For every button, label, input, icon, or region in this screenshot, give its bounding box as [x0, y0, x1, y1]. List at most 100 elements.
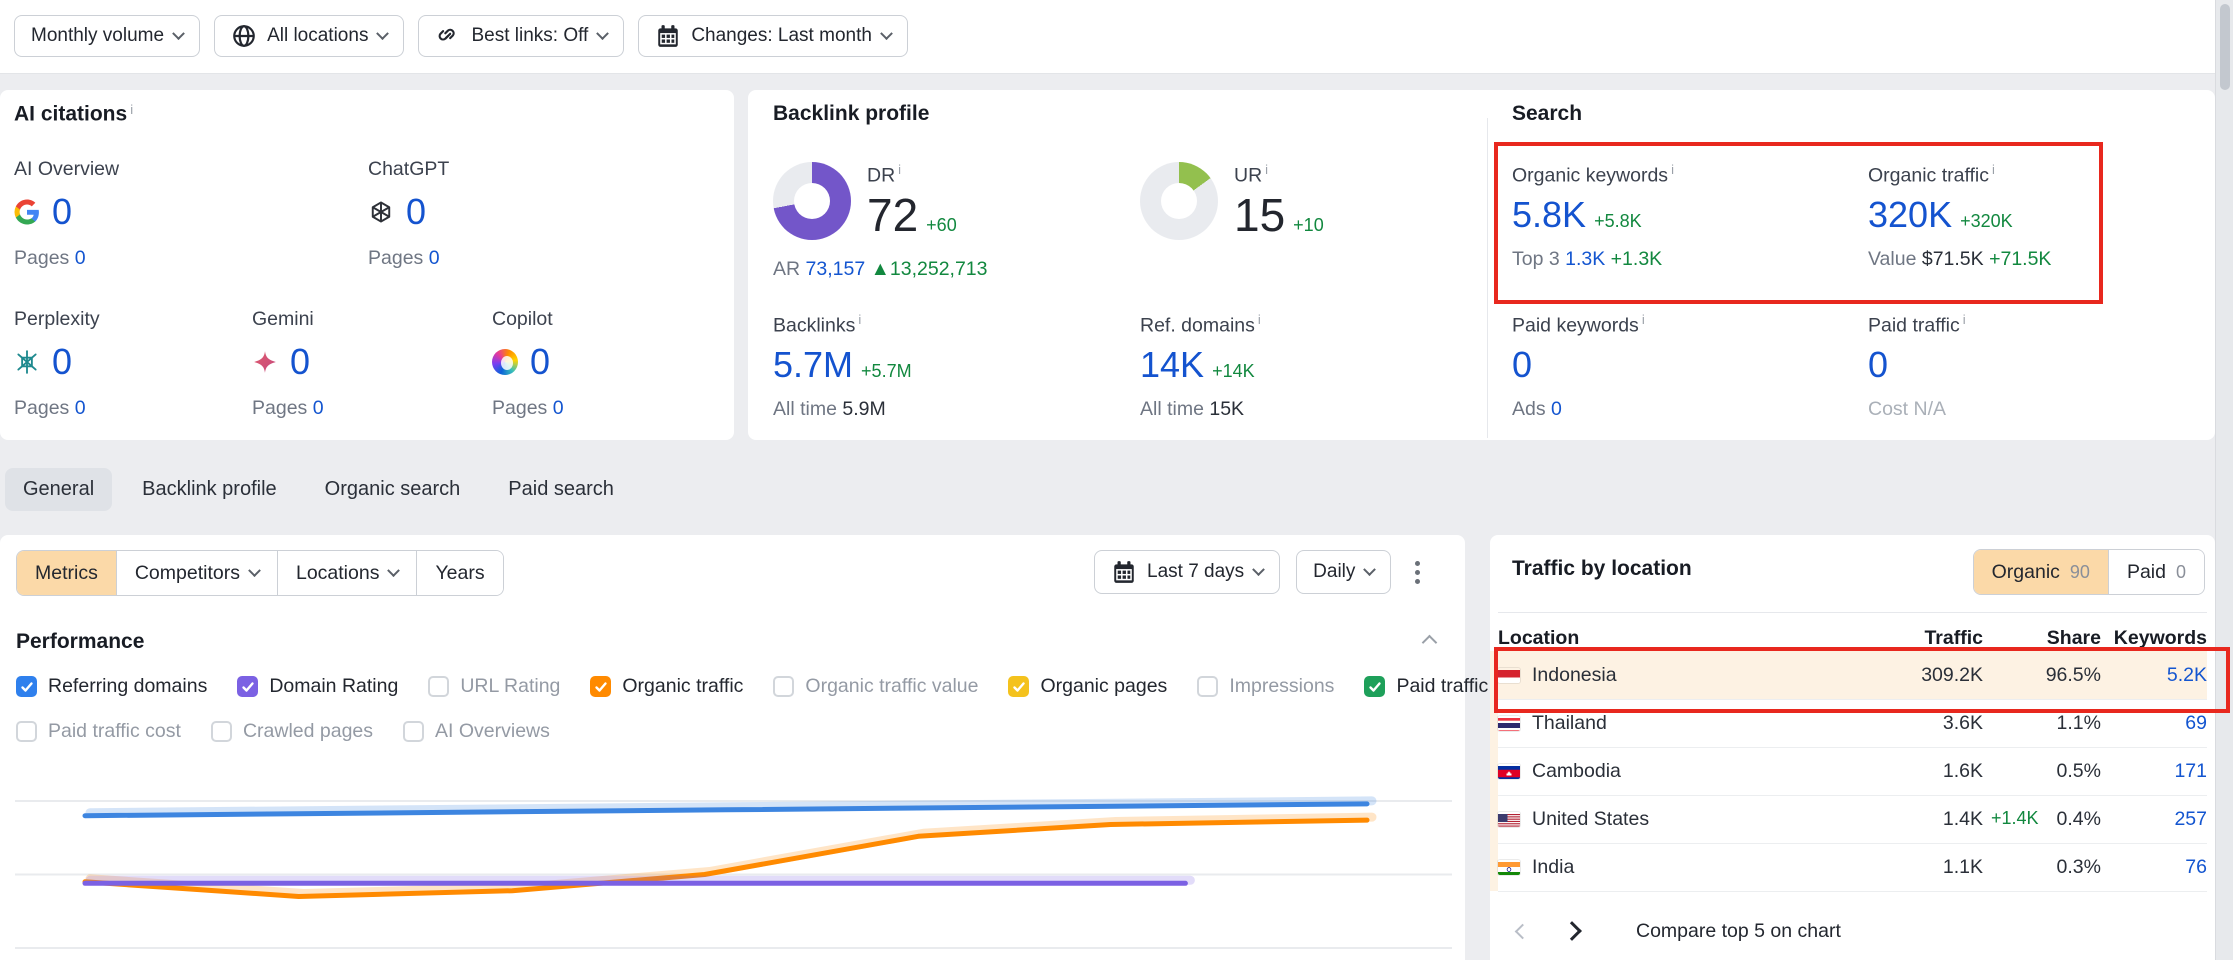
traffic-value: 1.4K [1943, 808, 1983, 831]
competitors-segment[interactable]: Competitors [116, 551, 277, 595]
organic-keywords-value[interactable]: 5.8K [1512, 194, 1586, 236]
gemini-icon [252, 349, 278, 375]
engine-value[interactable]: 0 [406, 191, 426, 233]
col-location[interactable]: Location [1498, 627, 1833, 650]
metric-referring-domains[interactable]: Referring domains [16, 675, 207, 698]
metrics-segment[interactable]: Metrics [17, 551, 116, 595]
chevron-down-icon [388, 564, 401, 577]
ar-value[interactable]: 73,157 [806, 258, 866, 280]
scrollbar-thumb[interactable] [2220, 4, 2230, 90]
tab-organic-search[interactable]: Organic search [307, 468, 479, 511]
collapse-chevron-icon[interactable] [1422, 635, 1438, 651]
changes-dropdown[interactable]: Changes: Last month [638, 15, 908, 57]
info-icon[interactable]: i [130, 102, 133, 117]
paid-keywords-value[interactable]: 0 [1512, 344, 1532, 385]
info-icon[interactable]: i [1642, 312, 1645, 327]
prev-page-button[interactable] [1504, 913, 1540, 949]
scrollbar-track[interactable] [2215, 0, 2233, 960]
engine-perplexity: Perplexity 0 Pages 0 [14, 308, 100, 420]
keywords-link[interactable]: 5.2K [2167, 664, 2207, 687]
organic-traffic-change: +320K [1960, 211, 2013, 232]
metric-impressions[interactable]: Impressions [1197, 675, 1334, 698]
pages-label: Pages [492, 397, 547, 419]
organic-keywords-block: Organic keywordsi 5.8K+5.8K Top 3 1.3K +… [1512, 162, 1674, 271]
pages-link[interactable]: 0 [429, 247, 440, 269]
paid-keywords-label: Paid keywords [1512, 315, 1639, 337]
top3-value[interactable]: 1.3K [1565, 248, 1605, 270]
locations-segment[interactable]: Locations [277, 551, 416, 595]
col-keywords[interactable]: Keywords [2101, 627, 2207, 650]
paid-toggle[interactable]: Paid0 [2108, 550, 2204, 594]
metric-paid-traffic[interactable]: Paid traffic [1364, 675, 1488, 698]
value-change: +71.5K [1989, 248, 2051, 270]
metric-organic-traffic-value[interactable]: Organic traffic value [773, 675, 978, 698]
compare-top5-label[interactable]: Compare top 5 on chart [1636, 920, 1841, 943]
engine-value[interactable]: 0 [52, 191, 72, 233]
metric-paid-traffic-cost[interactable]: Paid traffic cost [16, 720, 181, 743]
granularity-dropdown[interactable]: Daily [1296, 550, 1391, 594]
locations-dropdown[interactable]: All locations [214, 15, 404, 57]
engine-value[interactable]: 0 [52, 341, 72, 383]
organic-toggle[interactable]: Organic90 [1974, 550, 2108, 594]
pages-link[interactable]: 0 [553, 397, 564, 419]
organic-traffic-value[interactable]: 320K [1868, 194, 1952, 236]
years-segment[interactable]: Years [416, 551, 502, 595]
metric-url-rating[interactable]: URL Rating [428, 675, 560, 698]
best-links-dropdown[interactable]: Best links: Off [418, 15, 624, 57]
info-icon[interactable]: i [1258, 312, 1261, 327]
info-icon[interactable]: i [1265, 162, 1268, 177]
ads-value[interactable]: 0 [1551, 398, 1562, 420]
paid-traffic-label: Paid traffic [1868, 315, 1960, 337]
engine-value[interactable]: 0 [530, 341, 550, 383]
location-row-united-states[interactable]: United States 1.4K+1.4K 0.4% 257+255 [1498, 795, 2207, 844]
keywords-link[interactable]: 69 [2185, 712, 2207, 735]
backlinks-change: +5.7M [861, 361, 912, 382]
col-traffic[interactable]: Traffic [1833, 627, 1983, 650]
tab-backlink-profile[interactable]: Backlink profile [124, 468, 295, 511]
keywords-link[interactable]: 171 [2174, 760, 2207, 783]
location-row-indonesia[interactable]: Indonesia 309.2K 96.5% 5.2K [1498, 651, 2207, 700]
metric-domain-rating[interactable]: Domain Rating [237, 675, 398, 698]
value-label: Value [1868, 248, 1916, 270]
date-range-dropdown[interactable]: Last 7 days [1094, 550, 1280, 594]
organic-keywords-label: Organic keywords [1512, 165, 1668, 187]
tab-general[interactable]: General [5, 468, 112, 511]
backlinks-value[interactable]: 5.7M [773, 344, 853, 386]
ai-citations-card: AI citationsi AI Overview 0 Pages 0 Chat… [0, 90, 734, 440]
engine-value[interactable]: 0 [290, 341, 310, 383]
globe-icon [231, 23, 257, 49]
keywords-link[interactable]: 76 [2185, 856, 2207, 879]
location-row-thailand[interactable]: Thailand 3.6K 1.1% 69 [1498, 699, 2207, 748]
ar-change: ▲13,252,713 [871, 258, 988, 280]
next-page-button[interactable] [1554, 913, 1590, 949]
col-share[interactable]: Share [1983, 627, 2101, 650]
info-icon[interactable]: i [1963, 312, 1966, 327]
metric-organic-pages[interactable]: Organic pages [1008, 675, 1167, 698]
info-icon[interactable]: i [858, 312, 861, 327]
metric-ai-overviews[interactable]: AI Overviews [403, 720, 550, 743]
metric-checkbox-row-1: Referring domains Domain Rating URL Rati… [16, 675, 1488, 698]
info-icon[interactable]: i [898, 162, 901, 177]
performance-line-chart[interactable] [0, 801, 1465, 953]
info-icon[interactable]: i [1992, 162, 1995, 177]
monthly-volume-dropdown[interactable]: Monthly volume [14, 15, 200, 57]
info-icon[interactable]: i [1671, 162, 1674, 177]
location-row-india[interactable]: India 1.1K 0.3% 76 [1498, 843, 2207, 892]
ref-domains-value[interactable]: 14K [1140, 344, 1204, 386]
paid-traffic-value[interactable]: 0 [1868, 344, 1888, 385]
pages-link[interactable]: 0 [313, 397, 324, 419]
pages-link[interactable]: 0 [75, 397, 86, 419]
location-row-cambodia[interactable]: Cambodia 1.6K 0.5% 171 [1498, 747, 2207, 796]
metric-crawled-pages[interactable]: Crawled pages [211, 720, 373, 743]
chevron-down-icon [1252, 563, 1265, 576]
keywords-link[interactable]: 257 [2174, 808, 2207, 831]
organic-keywords-change: +5.8K [1594, 211, 1642, 232]
more-options-button[interactable] [1407, 553, 1428, 592]
pages-link[interactable]: 0 [75, 247, 86, 269]
locations-label: Locations [296, 562, 379, 585]
chevron-down-icon [1364, 563, 1377, 576]
tab-paid-search[interactable]: Paid search [490, 468, 632, 511]
metric-organic-traffic[interactable]: Organic traffic [590, 675, 743, 698]
chart-controls: Metrics Competitors Locations Years [16, 550, 504, 596]
chevron-down-icon [377, 27, 390, 40]
